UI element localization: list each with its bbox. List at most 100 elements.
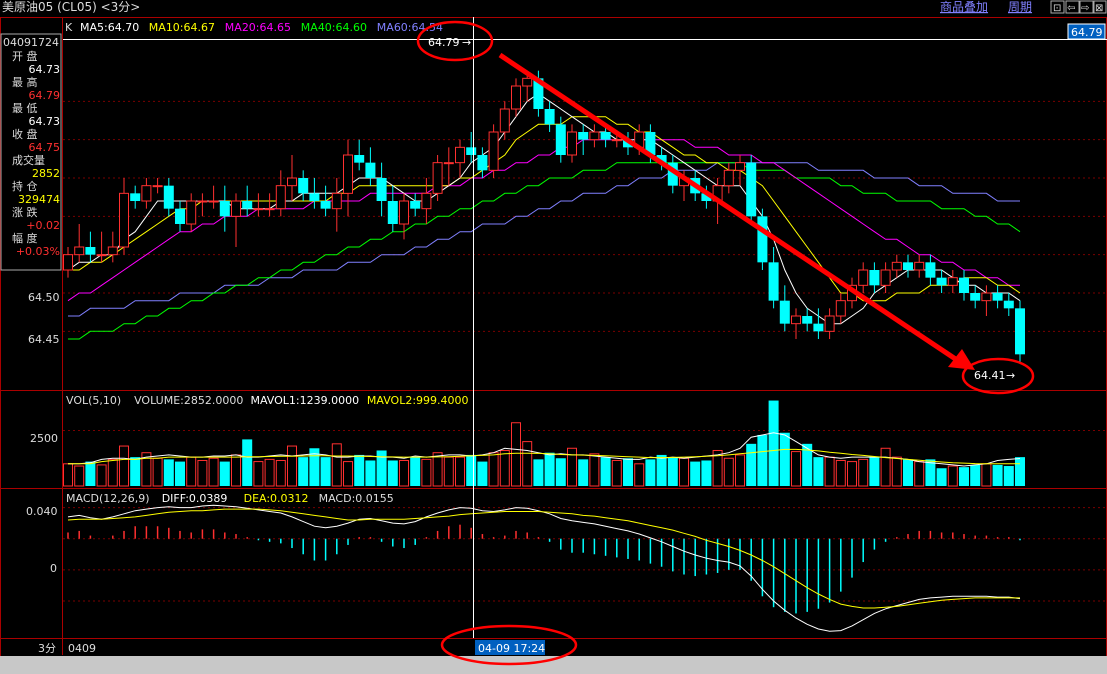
volume-bar [455, 456, 465, 487]
legend-item: DEA:0.0312 [244, 492, 309, 505]
volume-bar [186, 456, 197, 487]
ma-legend-item: MA10:64.67 [149, 21, 215, 34]
legend-item: DIFF:0.0389 [162, 492, 228, 505]
info-row-value: 64.73 [29, 115, 61, 128]
volume-bar [85, 461, 96, 486]
candle-body [399, 200, 409, 225]
volume-bar [343, 461, 353, 487]
candle-body [779, 300, 790, 324]
legend-item: MACD(12,26,9) [66, 492, 150, 505]
volume-bar [791, 451, 801, 487]
volume-bar [466, 454, 477, 486]
info-row-value: 64.75 [29, 141, 61, 154]
candle-body [903, 262, 913, 270]
info-row-label: 涨 跌 [12, 205, 38, 219]
window-buttons: ⊡ ⇦ ⇨ ⊠ [1050, 0, 1107, 14]
candle-body [410, 201, 421, 209]
period-menu-link[interactable]: 周期 [1008, 0, 1032, 14]
overlay-menu-link[interactable]: 商品叠加 [940, 0, 988, 14]
high-callout-arrow: → [462, 36, 471, 49]
volume-bar [264, 458, 275, 487]
volume-bar [499, 449, 510, 487]
cursor-time-text: 04-09 17:24 [478, 642, 545, 655]
chart-canvas: 美原油05 (CL05) <3分> 商品叠加 周期 ⊡ ⇦ ⇨ ⊠ K MA5:… [0, 0, 1107, 674]
volume-bar [320, 457, 331, 486]
candle-body [74, 246, 85, 256]
info-box: 04091724 开 盘64.73最 高64.79最 低64.73收 盘64.7… [0, 33, 62, 271]
candle-body [544, 109, 555, 125]
candle-body [858, 269, 869, 286]
volume-bar [589, 453, 600, 487]
legend-item: MACD:0.0155 [319, 492, 394, 505]
candle-body [455, 146, 465, 164]
macd-histogram [67, 504, 1021, 632]
legend-item: MAVOL2:999.4000 [367, 394, 469, 407]
ma40-line [68, 162, 1021, 340]
volume-bar [421, 458, 432, 487]
prev-icon: ⇦ [1067, 3, 1075, 14]
macd-legend: MACD(12,26,9) DIFF:0.0389 DEA:0.0312 MACD:0… [66, 492, 394, 505]
info-row-value: +0.02 [26, 219, 60, 232]
candle-body [443, 162, 454, 165]
volume-bar [119, 445, 129, 487]
legend-item: VOL(5,10) [66, 394, 121, 407]
volume-bar [533, 459, 544, 486]
info-row-label: 收 盘 [12, 127, 38, 141]
candle-body [835, 300, 846, 317]
candle-body [880, 269, 891, 286]
candle-body [567, 131, 577, 156]
close-icon: ⊠ [1095, 3, 1103, 14]
candle-body [488, 131, 499, 171]
candle-body [600, 132, 611, 140]
volume-bar [107, 458, 118, 487]
volume-bar [679, 457, 689, 487]
volume-bar [891, 456, 902, 487]
legend-item: VOLUME:2852.0000 [134, 394, 243, 407]
candle-body [981, 292, 992, 302]
candle-body [343, 154, 353, 194]
volume-bar [432, 452, 443, 487]
candle-body [891, 261, 902, 271]
volume-bar [959, 467, 969, 486]
info-row-label: 成交量 [12, 153, 45, 167]
volume-bar [578, 459, 589, 486]
volume-bar [634, 463, 645, 487]
info-row-value: 2852 [32, 167, 60, 180]
volume-bar [63, 463, 73, 487]
volume-bar [275, 459, 286, 487]
volume-bar [376, 450, 387, 486]
candle-body [791, 315, 801, 325]
volume-bar [600, 457, 611, 486]
volume-bar [847, 461, 857, 487]
volume-bar [992, 464, 1003, 486]
candle-body [936, 277, 947, 286]
volume-bar [365, 460, 376, 486]
volume-bar [208, 457, 219, 487]
candle-body [432, 162, 443, 194]
info-row-value: 64.73 [29, 63, 61, 76]
candle-body [589, 131, 600, 141]
volume-bar [690, 461, 701, 486]
volume-bar [746, 443, 757, 486]
volume-bar [152, 457, 163, 487]
volume-bar [903, 459, 913, 486]
candle-body [309, 193, 320, 201]
volume-bar [175, 461, 185, 486]
ma-legend-item: MA5:64.70 [80, 21, 139, 34]
candle-body [869, 270, 880, 286]
candle-body [242, 201, 253, 209]
candle-body [723, 169, 734, 187]
candle-body [298, 178, 309, 194]
candle-body [85, 247, 96, 255]
period-label: 3分 [38, 642, 56, 655]
candle-body [287, 177, 297, 187]
candle-body [130, 193, 141, 201]
candle-body [253, 208, 264, 211]
volume-bar [880, 447, 891, 487]
info-box-id: 04091724 [3, 36, 59, 49]
candle-body [119, 192, 129, 248]
volume-bar [824, 456, 835, 487]
date-label: 0409 [68, 642, 96, 655]
volume-bar [522, 441, 533, 487]
candle-body [522, 77, 533, 87]
